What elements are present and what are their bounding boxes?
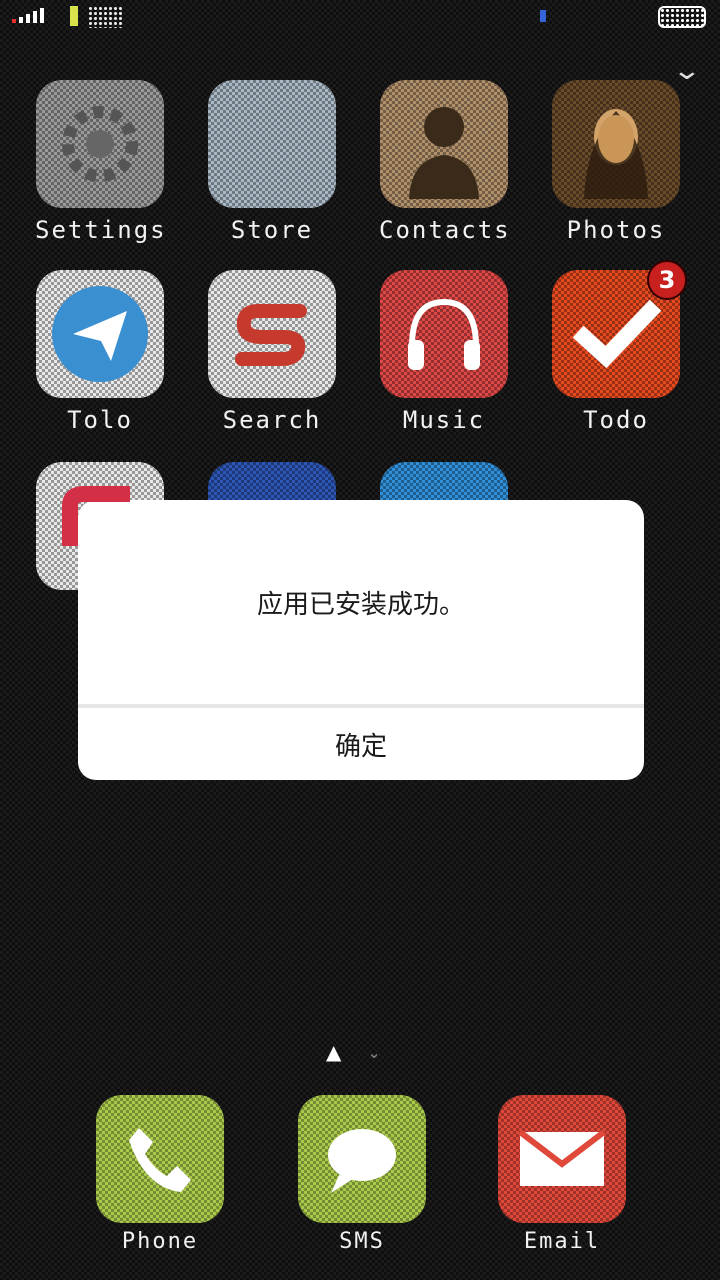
app-photos[interactable]: Photos: [551, 80, 681, 244]
app-tolo[interactable]: Tolo: [35, 270, 165, 434]
app-label: Search: [222, 406, 322, 434]
dock-phone[interactable]: Phone: [90, 1095, 230, 1254]
gear-icon: [36, 80, 164, 208]
dock-sms[interactable]: SMS: [292, 1095, 432, 1254]
app-label: Store: [230, 216, 314, 244]
status-bar: [0, 0, 720, 34]
battery-icon: [658, 6, 706, 28]
app-store[interactable]: Store: [207, 80, 337, 244]
chevron-down-icon: ⌄: [367, 1042, 381, 1062]
sim-icon: [70, 6, 78, 26]
signal-icon: [12, 8, 44, 23]
app-music[interactable]: Music: [379, 270, 509, 434]
chevron-up-icon: ▲: [326, 1040, 342, 1064]
app-label: Phone: [121, 1229, 199, 1254]
photo-icon: [552, 80, 680, 208]
send-icon: [36, 270, 164, 398]
app-label: Settings: [35, 216, 167, 244]
app-search[interactable]: Search: [207, 270, 337, 434]
app-icon: [36, 462, 164, 590]
app-label: Contacts: [379, 216, 511, 244]
app-label: Photos: [566, 216, 666, 244]
mail-icon: [498, 1095, 626, 1223]
ok-button[interactable]: 确定: [78, 708, 644, 780]
app-todo[interactable]: 3 Todo: [551, 260, 687, 434]
dock-email[interactable]: Email: [492, 1095, 632, 1254]
headphones-icon: [380, 270, 508, 398]
page-indicator: ▲ ⌄: [326, 1040, 381, 1064]
phone-icon: [96, 1095, 224, 1223]
app-label: Todo: [583, 406, 649, 434]
app-label: Email: [523, 1229, 601, 1254]
store-icon: [208, 80, 336, 208]
notification-icon: [540, 10, 546, 22]
wifi-icon: [88, 6, 124, 28]
contact-icon: [380, 80, 508, 208]
search-s-icon: [208, 270, 336, 398]
message-icon: [298, 1095, 426, 1223]
app-row3-1[interactable]: [35, 462, 165, 590]
notification-badge: 3: [647, 260, 687, 300]
app-label: Tolo: [67, 406, 133, 434]
app-contacts[interactable]: Contacts: [379, 80, 509, 244]
app-settings[interactable]: Settings: [35, 80, 165, 244]
app-label: Music: [402, 406, 486, 434]
app-label: SMS: [339, 1229, 385, 1254]
